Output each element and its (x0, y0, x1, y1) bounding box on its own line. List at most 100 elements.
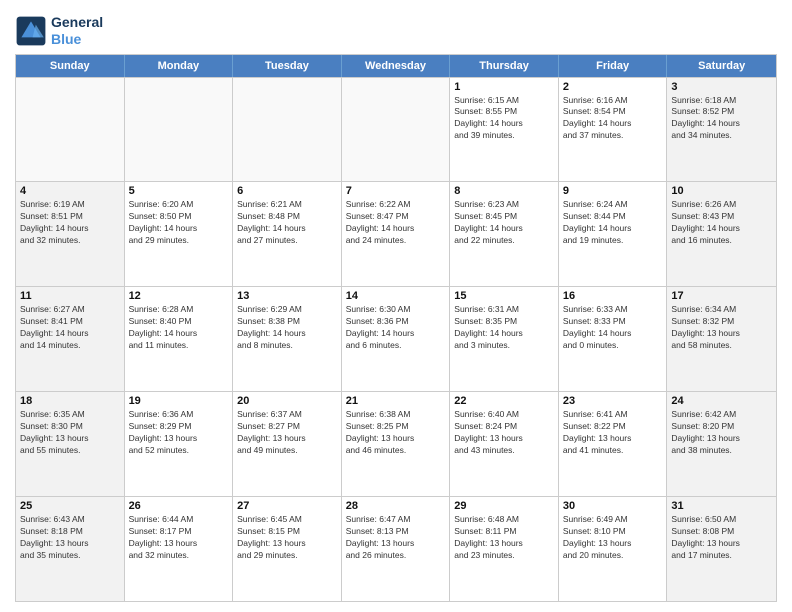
day-number: 12 (129, 290, 229, 302)
cell-info: Sunrise: 6:26 AMSunset: 8:43 PMDaylight:… (671, 199, 772, 247)
cell-info: Sunrise: 6:18 AMSunset: 8:52 PMDaylight:… (671, 95, 772, 143)
cell-info: Sunrise: 6:31 AMSunset: 8:35 PMDaylight:… (454, 304, 554, 352)
weekday-header-monday: Monday (125, 55, 234, 77)
day-number: 31 (671, 500, 772, 512)
weekday-header-saturday: Saturday (667, 55, 776, 77)
day-cell-20: 20Sunrise: 6:37 AMSunset: 8:27 PMDayligh… (233, 392, 342, 496)
day-cell-19: 19Sunrise: 6:36 AMSunset: 8:29 PMDayligh… (125, 392, 234, 496)
day-cell-7: 7Sunrise: 6:22 AMSunset: 8:47 PMDaylight… (342, 182, 451, 286)
logo: General Blue (15, 14, 103, 48)
calendar-row-5: 25 Sunrise: 6:43 AMSunset: 8:18 PMDayligh… (16, 496, 776, 601)
logo-icon (15, 15, 47, 47)
cell-info: Sunrise: 6:38 AMSunset: 8:25 PMDaylight:… (346, 409, 446, 457)
day-number: 15 (454, 290, 554, 302)
day-number: 22 (454, 395, 554, 407)
cell-info: Sunrise: 6:16 AMSunset: 8:54 PMDaylight:… (563, 95, 663, 143)
day-number: 18 (20, 395, 120, 407)
day-cell-9: 9 Sunrise: 6:24 AMSunset: 8:44 PMDaylight… (559, 182, 668, 286)
day-cell-14: 14 Sunrise: 6:30 AMSunset: 8:36 PMDayligh… (342, 287, 451, 391)
calendar-row-4: 18 Sunrise: 6:35 AMSunset: 8:30 PMDayligh… (16, 391, 776, 496)
day-cell-31: 31 Sunrise: 6:50 AMSunset: 8:08 PMDayligh… (667, 497, 776, 601)
cell-info: Sunrise: 6:43 AMSunset: 8:18 PMDaylight:… (20, 514, 120, 562)
day-number: 1 (454, 81, 554, 93)
calendar-row-3: 11Sunrise: 6:27 AMSunset: 8:41 PMDayligh… (16, 286, 776, 391)
cell-info: Sunrise: 6:29 AMSunset: 8:38 PMDaylight:… (237, 304, 337, 352)
day-cell-3: 3Sunrise: 6:18 AMSunset: 8:52 PMDaylight… (667, 78, 776, 182)
cell-info: Sunrise: 6:33 AMSunset: 8:33 PMDaylight:… (563, 304, 663, 352)
day-number: 4 (20, 185, 120, 197)
day-number: 11 (20, 290, 120, 302)
cell-info: Sunrise: 6:15 AMSunset: 8:55 PMDaylight:… (454, 95, 554, 143)
day-number: 17 (671, 290, 772, 302)
cell-info: Sunrise: 6:37 AMSunset: 8:27 PMDaylight:… (237, 409, 337, 457)
cell-info: Sunrise: 6:45 AMSunset: 8:15 PMDaylight:… (237, 514, 337, 562)
cell-info: Sunrise: 6:49 AMSunset: 8:10 PMDaylight:… (563, 514, 663, 562)
cell-info: Sunrise: 6:24 AMSunset: 8:44 PMDaylight:… (563, 199, 663, 247)
empty-cell (125, 78, 234, 182)
cell-info: Sunrise: 6:48 AMSunset: 8:11 PMDaylight:… (454, 514, 554, 562)
day-cell-6: 6 Sunrise: 6:21 AMSunset: 8:48 PMDaylight… (233, 182, 342, 286)
cell-info: Sunrise: 6:42 AMSunset: 8:20 PMDaylight:… (671, 409, 772, 457)
header: General Blue (15, 10, 777, 48)
cell-info: Sunrise: 6:30 AMSunset: 8:36 PMDaylight:… (346, 304, 446, 352)
day-cell-22: 22 Sunrise: 6:40 AMSunset: 8:24 PMDayligh… (450, 392, 559, 496)
day-number: 23 (563, 395, 663, 407)
day-cell-21: 21Sunrise: 6:38 AMSunset: 8:25 PMDayligh… (342, 392, 451, 496)
cell-info: Sunrise: 6:47 AMSunset: 8:13 PMDaylight:… (346, 514, 446, 562)
calendar: SundayMondayTuesdayWednesdayThursdayFrid… (15, 54, 777, 602)
day-number: 5 (129, 185, 229, 197)
cell-info: Sunrise: 6:44 AMSunset: 8:17 PMDaylight:… (129, 514, 229, 562)
logo-text: General Blue (51, 14, 103, 48)
day-cell-27: 27 Sunrise: 6:45 AMSunset: 8:15 PMDayligh… (233, 497, 342, 601)
weekday-header-thursday: Thursday (450, 55, 559, 77)
cell-info: Sunrise: 6:35 AMSunset: 8:30 PMDaylight:… (20, 409, 120, 457)
day-cell-10: 10 Sunrise: 6:26 AMSunset: 8:43 PMDayligh… (667, 182, 776, 286)
weekday-header-wednesday: Wednesday (342, 55, 451, 77)
day-number: 26 (129, 500, 229, 512)
day-number: 30 (563, 500, 663, 512)
day-number: 6 (237, 185, 337, 197)
day-number: 9 (563, 185, 663, 197)
cell-info: Sunrise: 6:36 AMSunset: 8:29 PMDaylight:… (129, 409, 229, 457)
day-cell-8: 8Sunrise: 6:23 AMSunset: 8:45 PMDaylight… (450, 182, 559, 286)
empty-cell (342, 78, 451, 182)
day-cell-2: 2 Sunrise: 6:16 AMSunset: 8:54 PMDaylight… (559, 78, 668, 182)
day-cell-5: 5 Sunrise: 6:20 AMSunset: 8:50 PMDaylight… (125, 182, 234, 286)
cell-info: Sunrise: 6:50 AMSunset: 8:08 PMDaylight:… (671, 514, 772, 562)
day-number: 25 (20, 500, 120, 512)
day-number: 10 (671, 185, 772, 197)
day-number: 27 (237, 500, 337, 512)
day-cell-1: 1 Sunrise: 6:15 AMSunset: 8:55 PMDaylight… (450, 78, 559, 182)
cell-info: Sunrise: 6:40 AMSunset: 8:24 PMDaylight:… (454, 409, 554, 457)
day-cell-23: 23Sunrise: 6:41 AMSunset: 8:22 PMDayligh… (559, 392, 668, 496)
cell-info: Sunrise: 6:34 AMSunset: 8:32 PMDaylight:… (671, 304, 772, 352)
day-number: 29 (454, 500, 554, 512)
cell-info: Sunrise: 6:20 AMSunset: 8:50 PMDaylight:… (129, 199, 229, 247)
cell-info: Sunrise: 6:22 AMSunset: 8:47 PMDaylight:… (346, 199, 446, 247)
calendar-body: 1 Sunrise: 6:15 AMSunset: 8:55 PMDaylight… (16, 77, 776, 601)
day-cell-28: 28 Sunrise: 6:47 AMSunset: 8:13 PMDayligh… (342, 497, 451, 601)
cell-info: Sunrise: 6:23 AMSunset: 8:45 PMDaylight:… (454, 199, 554, 247)
cell-info: Sunrise: 6:19 AMSunset: 8:51 PMDaylight:… (20, 199, 120, 247)
day-cell-16: 16 Sunrise: 6:33 AMSunset: 8:33 PMDayligh… (559, 287, 668, 391)
calendar-row-2: 4 Sunrise: 6:19 AMSunset: 8:51 PMDaylight… (16, 181, 776, 286)
day-number: 14 (346, 290, 446, 302)
cell-info: Sunrise: 6:28 AMSunset: 8:40 PMDaylight:… (129, 304, 229, 352)
calendar-header: SundayMondayTuesdayWednesdayThursdayFrid… (16, 55, 776, 77)
calendar-row-1: 1 Sunrise: 6:15 AMSunset: 8:55 PMDaylight… (16, 77, 776, 182)
day-cell-25: 25 Sunrise: 6:43 AMSunset: 8:18 PMDayligh… (16, 497, 125, 601)
cell-info: Sunrise: 6:21 AMSunset: 8:48 PMDaylight:… (237, 199, 337, 247)
day-cell-18: 18 Sunrise: 6:35 AMSunset: 8:30 PMDayligh… (16, 392, 125, 496)
empty-cell (233, 78, 342, 182)
day-cell-4: 4 Sunrise: 6:19 AMSunset: 8:51 PMDaylight… (16, 182, 125, 286)
day-cell-29: 29 Sunrise: 6:48 AMSunset: 8:11 PMDayligh… (450, 497, 559, 601)
weekday-header-friday: Friday (559, 55, 668, 77)
day-number: 16 (563, 290, 663, 302)
day-number: 2 (563, 81, 663, 93)
weekday-header-sunday: Sunday (16, 55, 125, 77)
day-number: 28 (346, 500, 446, 512)
empty-cell (16, 78, 125, 182)
day-cell-12: 12 Sunrise: 6:28 AMSunset: 8:40 PMDayligh… (125, 287, 234, 391)
day-cell-11: 11Sunrise: 6:27 AMSunset: 8:41 PMDayligh… (16, 287, 125, 391)
day-cell-30: 30 Sunrise: 6:49 AMSunset: 8:10 PMDayligh… (559, 497, 668, 601)
